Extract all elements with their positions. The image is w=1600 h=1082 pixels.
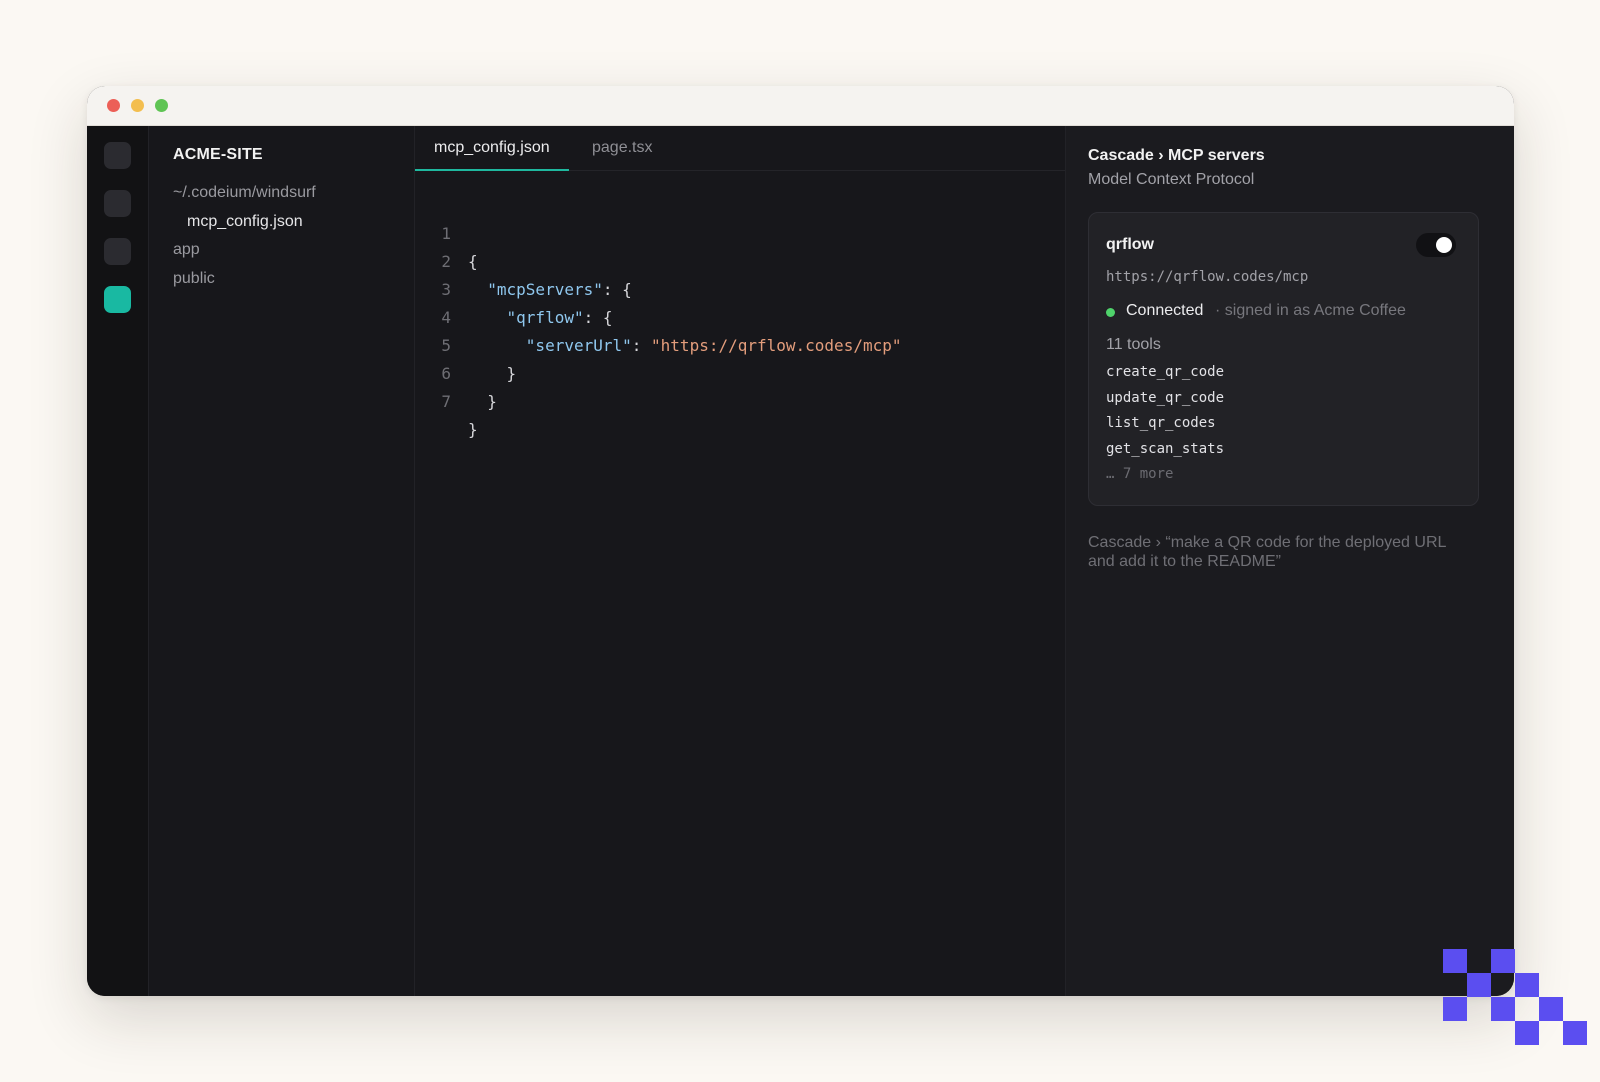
server-name: qrflow xyxy=(1106,236,1154,253)
signed-in-account: · signed in as Acme Coffee xyxy=(1215,302,1406,319)
close-window-button[interactable] xyxy=(107,99,120,112)
tree-folder-public[interactable]: public xyxy=(173,270,215,288)
connected-status-icon xyxy=(1106,308,1115,317)
tools-count: 11 tools xyxy=(1106,336,1161,353)
tool-item[interactable]: get_scan_stats xyxy=(1106,441,1224,457)
tab-page-tsx[interactable]: page.tsx xyxy=(592,126,652,170)
active-tab-indicator xyxy=(415,169,569,171)
editor-tabs: mcp_config.json page.tsx xyxy=(415,126,1065,171)
toggle-knob xyxy=(1436,237,1452,253)
tree-file-mcp-config[interactable]: mcp_config.json xyxy=(187,213,303,231)
code-line: } xyxy=(468,420,478,439)
minimize-window-button[interactable] xyxy=(131,99,144,112)
tree-folder-windsurf[interactable]: ~/.codeium/windsurf xyxy=(173,184,316,202)
more-tools-link[interactable]: … 7 more xyxy=(1106,466,1173,482)
panel-subtitle: Model Context Protocol xyxy=(1088,171,1255,188)
server-url: https://qrflow.codes/mcp xyxy=(1106,269,1309,285)
panel-title: Cascade › MCP servers xyxy=(1088,147,1265,164)
tool-item[interactable]: create_qr_code xyxy=(1106,364,1224,380)
project-title: ACME-SITE xyxy=(173,146,263,163)
file-explorer: ACME-SITE ~/.codeium/windsurf mcp_config… xyxy=(149,126,415,996)
title-bar xyxy=(87,86,1514,126)
source-control-icon[interactable] xyxy=(104,238,131,265)
connection-status: Connected xyxy=(1126,302,1204,319)
code-line: "mcpServers": { xyxy=(487,280,632,299)
cascade-prompt: Cascade › “make a QR code for the deploy… xyxy=(1088,534,1446,570)
code-line: "serverUrl": "https://qrflow.codes/mcp" xyxy=(525,336,902,355)
server-enable-toggle[interactable] xyxy=(1416,233,1456,257)
app-window: ACME-SITE ~/.codeium/windsurf mcp_config… xyxy=(87,86,1514,996)
tab-label: mcp_config.json xyxy=(434,139,550,156)
zoom-window-button[interactable] xyxy=(155,99,168,112)
tool-item[interactable]: list_qr_codes xyxy=(1106,415,1216,431)
mcp-server-card: qrflow https://qrflow.codes/mcp Connecte… xyxy=(1088,212,1479,506)
files-icon[interactable] xyxy=(104,142,131,169)
tab-mcp-config[interactable]: mcp_config.json xyxy=(415,126,569,171)
tab-label: page.tsx xyxy=(592,139,653,156)
windsurf-icon[interactable] xyxy=(104,286,131,313)
tool-item[interactable]: update_qr_code xyxy=(1106,390,1224,406)
search-icon[interactable] xyxy=(104,190,131,217)
cascade-panel: Cascade › MCP servers Model Context Prot… xyxy=(1066,126,1514,996)
tree-folder-app[interactable]: app xyxy=(173,241,200,259)
code-editor: mcp_config.json page.tsx 1 { 2 "mcpServe… xyxy=(415,126,1066,996)
activity-bar xyxy=(87,126,149,996)
line-number: 7 xyxy=(441,392,451,411)
